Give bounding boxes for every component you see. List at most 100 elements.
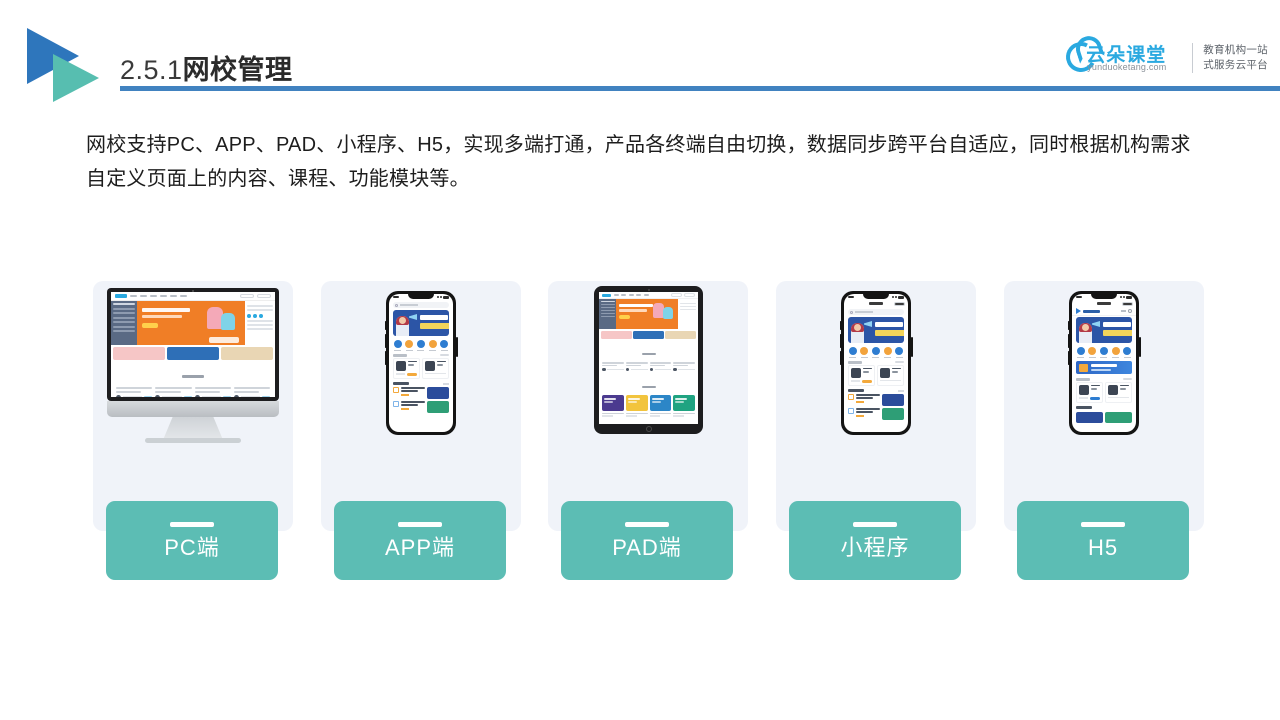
device-label-miniprogram[interactable]: 小程序: [789, 501, 961, 580]
category-item: [895, 347, 904, 358]
pad-course-avatar: [625, 367, 630, 371]
pad-course-title: [673, 364, 689, 366]
pc-course-title: [116, 390, 142, 393]
pad-grid-thumb: [673, 395, 695, 411]
category-icon: [1123, 347, 1132, 355]
course-price-tag: [1090, 396, 1100, 400]
recommend-row: [389, 400, 453, 414]
course-subtitle: [863, 370, 869, 373]
tablet-screen: [599, 292, 698, 424]
category-item: [1099, 347, 1108, 358]
phone-mute-button: [1067, 321, 1069, 330]
course-subtitle: [408, 363, 414, 366]
category-label: [429, 349, 437, 351]
course-title: [437, 360, 446, 363]
course-item-top: [880, 367, 901, 378]
phone-notch: [1091, 294, 1117, 299]
row-price: [856, 400, 864, 403]
intro-paragraph: 网校支持PC、APP、PAD、小程序、H5，实现多端打通，产品各终端自由切换，数…: [86, 134, 1191, 190]
category-icon: [428, 340, 437, 348]
wifi-icon: [440, 296, 442, 298]
recommend-row: [844, 407, 908, 421]
pc-user-line: [247, 305, 273, 307]
pc-course-title: [155, 390, 181, 393]
banner-headline: [420, 315, 448, 320]
row-title: [401, 387, 425, 389]
pad-course-footer: [673, 367, 695, 371]
pad-section-heading: [599, 340, 698, 361]
page-header: 2.5.1网校管理 云朵课堂 yunduoketang.com 教育机构一站 式…: [0, 0, 1280, 108]
pc-course-card: [155, 387, 192, 397]
h5-brand-bar: [1072, 307, 1136, 316]
course-item-bottom: [851, 379, 872, 383]
pc-promo-banner: [113, 347, 165, 360]
pad-course-footer: [625, 367, 648, 371]
course-item: [848, 364, 875, 386]
device-card-miniprogram[interactable]: [776, 281, 976, 531]
pad-nav-item: [613, 294, 619, 296]
promo-card-blue: [427, 387, 449, 399]
pc-user-panel: [245, 301, 275, 345]
phone-notch: [408, 294, 434, 299]
promo-subline: [1091, 369, 1111, 371]
device-label-app[interactable]: APP端: [334, 501, 506, 580]
device-label-pc[interactable]: PC端: [106, 501, 278, 580]
app-hero-banner: [393, 310, 449, 336]
device-card-app[interactable]: [321, 281, 521, 531]
course-item-top: [396, 360, 417, 371]
pad-course-row: [599, 361, 698, 373]
device-card-pc[interactable]: [93, 281, 293, 531]
pc-course-footer: [155, 394, 192, 397]
pad-course-avatar: [602, 367, 606, 371]
category-item: [393, 340, 402, 351]
course-title: [863, 367, 872, 370]
course-title: [1120, 384, 1129, 387]
pc-course-tag: [222, 395, 231, 397]
search-placeholder: [854, 311, 873, 313]
h5-brand-actions: [1121, 309, 1132, 313]
phone-volume-down-button: [1067, 351, 1069, 365]
pad-grid-thumb: [649, 395, 672, 411]
battery-icon: [1126, 295, 1132, 299]
pc-course-meta: [233, 387, 270, 389]
device-label-h5[interactable]: H5: [1017, 501, 1189, 580]
phone-screen: [844, 294, 908, 432]
course-meta: [396, 373, 405, 376]
pad-navbar: [599, 292, 698, 299]
label-dash: [853, 522, 897, 527]
title-underline-rule: [120, 86, 1280, 91]
pad-grid-card: [602, 395, 624, 417]
category-item: [440, 340, 449, 351]
device-card-h5[interactable]: [1004, 281, 1204, 531]
pad-hero-banner: [616, 299, 678, 329]
recommend-row: [389, 386, 453, 400]
page-title-text: 网校管理: [182, 55, 293, 85]
pad-sidebar-item: [600, 306, 615, 308]
course-item: [1105, 381, 1132, 403]
device-card-pad[interactable]: [548, 281, 748, 531]
device-label-pad[interactable]: PAD端: [561, 501, 733, 580]
course-item-top: [851, 367, 872, 378]
pc-promo-banner: [221, 347, 273, 360]
pc-site-logo: [115, 294, 127, 298]
pad-course-meta: [673, 362, 695, 364]
promo-gift-icon: [1079, 363, 1088, 372]
monitor-stand: [163, 417, 223, 440]
pad-grid-caption: [602, 412, 624, 414]
category-label: [895, 356, 903, 358]
recommend-row: [844, 393, 908, 407]
pc-sidebar-item: [113, 330, 135, 332]
pad-course-card: [625, 362, 648, 371]
megaphone-icon: [409, 314, 417, 320]
category-label: [1112, 356, 1120, 358]
category-label: [872, 356, 880, 358]
pad-course-card: [602, 362, 624, 371]
course-item: [1076, 381, 1103, 403]
row-title: [856, 394, 880, 396]
search-placeholder: [399, 304, 418, 306]
course-thumbnail: [425, 360, 435, 371]
pc-navbar: [111, 292, 275, 301]
pad-grid-sub: [627, 401, 637, 403]
pad-banner-cta: [619, 315, 630, 319]
pad-course-avatar: [673, 367, 677, 371]
